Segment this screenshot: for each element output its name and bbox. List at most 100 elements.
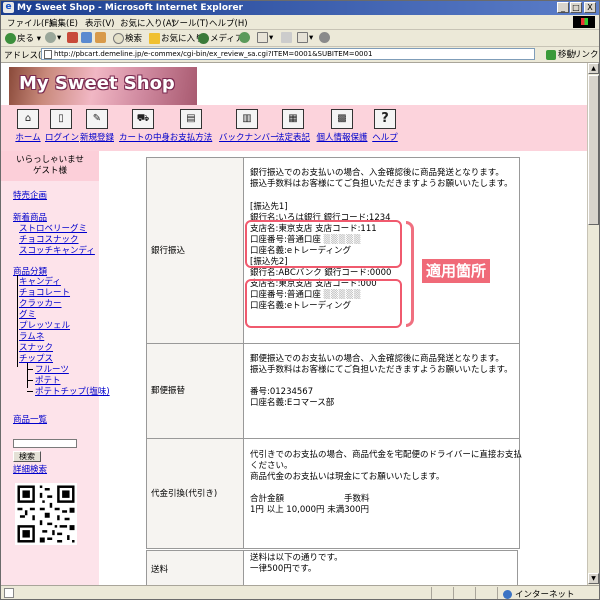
back-button[interactable]: 戻る ▾: [5, 32, 41, 44]
lock-icon: ▩: [331, 109, 353, 129]
links-button[interactable]: リンク: [573, 48, 599, 60]
shop-title: My Sweet Shop: [19, 73, 175, 94]
postal-transfer-row: 郵便振替 郵便振込でのお支払いの場合、入金確認後に商品発送となります。 振込手数…: [147, 343, 519, 438]
sidebar-new-item[interactable]: スコッチキャンディ: [19, 244, 95, 256]
maximize-button[interactable]: □: [570, 2, 582, 13]
discuss-button[interactable]: [319, 32, 331, 43]
cod-line: ください。: [250, 461, 293, 471]
menu-favorites[interactable]: お気に入り(A): [120, 17, 175, 29]
cod-fee-row: 1円 以上 10,000円 未満300円: [250, 505, 369, 515]
bank-transfer-label: 銀行振込: [151, 246, 186, 256]
home-button[interactable]: [95, 32, 107, 43]
postal-line: 振込手数料はお客様にてご負担いただきますようお願いいたします。: [250, 365, 513, 375]
card-icon: ▤: [180, 109, 202, 129]
nav-home[interactable]: ⌂ ホーム: [11, 109, 45, 143]
minimize-button[interactable]: _: [557, 2, 569, 13]
stop-button[interactable]: [67, 32, 79, 43]
ie-logo-icon: e: [3, 2, 14, 13]
bank-intro-line: 銀行振込でのお支払いの場合、入金確認後に商品発送となります。: [250, 168, 504, 178]
shipping-label: 送料: [151, 565, 169, 575]
category-tree-line: [17, 275, 18, 367]
home-icon: ⌂: [17, 109, 39, 129]
status-bar: インターネット: [1, 585, 599, 599]
print-button[interactable]: [281, 32, 293, 43]
toolbar: 戻る ▾ ▾ 検索 お気に入り メディア ▾ ▾: [1, 30, 599, 47]
shop-banner[interactable]: My Sweet Shop: [9, 67, 197, 105]
menu-tools[interactable]: ツール(T): [171, 17, 208, 29]
tree-branch: [27, 391, 33, 392]
account-1-header: [振込先1]: [250, 202, 288, 212]
help-icon: ?: [374, 109, 396, 129]
document-icon: ▦: [282, 109, 304, 129]
status-divider: [475, 587, 476, 599]
cod-row: 代金引換(代引き) 代引きでのお支払の場合、商品代金を宅配便のドライバーに直接お…: [147, 438, 522, 548]
cod-fee-col: 手数料: [344, 494, 370, 504]
status-divider: [497, 587, 498, 599]
edit-icon: [297, 32, 308, 43]
sidebar-subcategory[interactable]: ポテトチップ(塩味): [35, 385, 110, 397]
refresh-button[interactable]: [81, 32, 93, 43]
scroll-thumb[interactable]: [588, 75, 599, 225]
door-icon: ▯: [50, 109, 72, 129]
nav-register[interactable]: ✎ 新規登録: [79, 109, 115, 143]
cod-line: 商品代金のお支払いは現金にてお願いいたします。: [250, 472, 445, 482]
vertical-scrollbar[interactable]: ▲ ▼: [587, 63, 599, 585]
windows-logo-icon: [573, 16, 595, 28]
nav-login[interactable]: ▯ ログイン: [45, 109, 79, 143]
nav-payment[interactable]: ▤ お支払方法: [169, 109, 213, 143]
favorites-button[interactable]: お気に入り: [149, 32, 204, 44]
page-icon: [44, 49, 52, 59]
nav-legal[interactable]: ▦ 法定表記: [275, 109, 311, 143]
highlight-box-account-1: [245, 220, 402, 268]
menu-edit[interactable]: 編集(E): [49, 17, 78, 29]
sidebar-search-button[interactable]: 検索: [13, 451, 41, 462]
window-title: My Sweet Shop - Microsoft Internet Explo…: [17, 3, 243, 13]
highlight-box-account-2: [245, 279, 402, 328]
greeting-line-2: ゲスト様: [32, 166, 67, 176]
menu-view[interactable]: 表示(V): [85, 17, 114, 29]
magazine-icon: ▥: [236, 109, 258, 129]
postal-label-cell: 郵便振替: [147, 344, 244, 438]
scroll-down-button[interactable]: ▼: [588, 573, 599, 584]
address-field[interactable]: http://pbcart.demeline.jp/e-commex/cgi-b…: [41, 48, 535, 60]
star-icon: [149, 33, 160, 44]
menu-help[interactable]: ヘルプ(H): [209, 17, 248, 29]
nav-privacy[interactable]: ▩ 個人情報保護: [315, 109, 369, 143]
search-button[interactable]: 検索: [113, 32, 142, 44]
page-viewport: My Sweet Shop ⌂ ホーム ▯ ログイン ✎ 新規登録 ⛟ カートの…: [1, 63, 587, 585]
sidebar-search-input[interactable]: [13, 439, 77, 448]
mail-button[interactable]: ▾: [257, 32, 273, 43]
history-button[interactable]: [239, 32, 251, 43]
shipping-label-cell: 送料: [147, 551, 244, 585]
close-button[interactable]: X: [584, 2, 596, 13]
globe-icon: [503, 590, 512, 599]
media-button[interactable]: メディア: [198, 32, 243, 44]
nav-help[interactable]: ? ヘルプ: [371, 109, 399, 143]
media-icon: [198, 33, 209, 44]
go-button[interactable]: 移動: [546, 48, 575, 60]
nav-backnumber[interactable]: ▥ バックナンバー: [219, 109, 279, 143]
bank-intro-line: 振込手数料はお客様にてご負担いただきますようお願いいたします。: [250, 179, 513, 189]
cart-icon: ⛟: [132, 109, 154, 129]
tree-branch: [27, 380, 33, 381]
cod-label: 代金引換(代引き): [151, 489, 218, 499]
home-toolbar-icon: [95, 32, 106, 43]
sidebar-special[interactable]: 特売企画: [13, 189, 47, 201]
cod-total-col: 合計金額: [250, 494, 285, 504]
nav-cart[interactable]: ⛟ カートの中身: [119, 109, 170, 143]
scroll-up-button[interactable]: ▲: [588, 63, 599, 74]
security-zone: インターネット: [503, 588, 575, 599]
sidebar-item-list[interactable]: 商品一覧: [13, 413, 47, 425]
browser-window: e My Sweet Shop - Microsoft Internet Exp…: [0, 0, 600, 600]
sidebar-advanced-search[interactable]: 詳細検索: [13, 463, 47, 475]
shipping-line: 送料は以下の通りです。: [250, 553, 343, 563]
tree-branch: [27, 369, 33, 370]
postal-number: 番号:01234567: [250, 387, 314, 397]
page-status-icon: [4, 588, 14, 598]
menu-file[interactable]: ファイル(F): [7, 17, 53, 29]
history-icon: [239, 32, 250, 43]
edit-button[interactable]: ▾: [297, 32, 313, 43]
cod-fee-header: 合計金額 手数料: [250, 494, 522, 505]
forward-button[interactable]: ▾: [45, 32, 61, 43]
bank-transfer-label-cell: 銀行振込: [147, 158, 244, 343]
